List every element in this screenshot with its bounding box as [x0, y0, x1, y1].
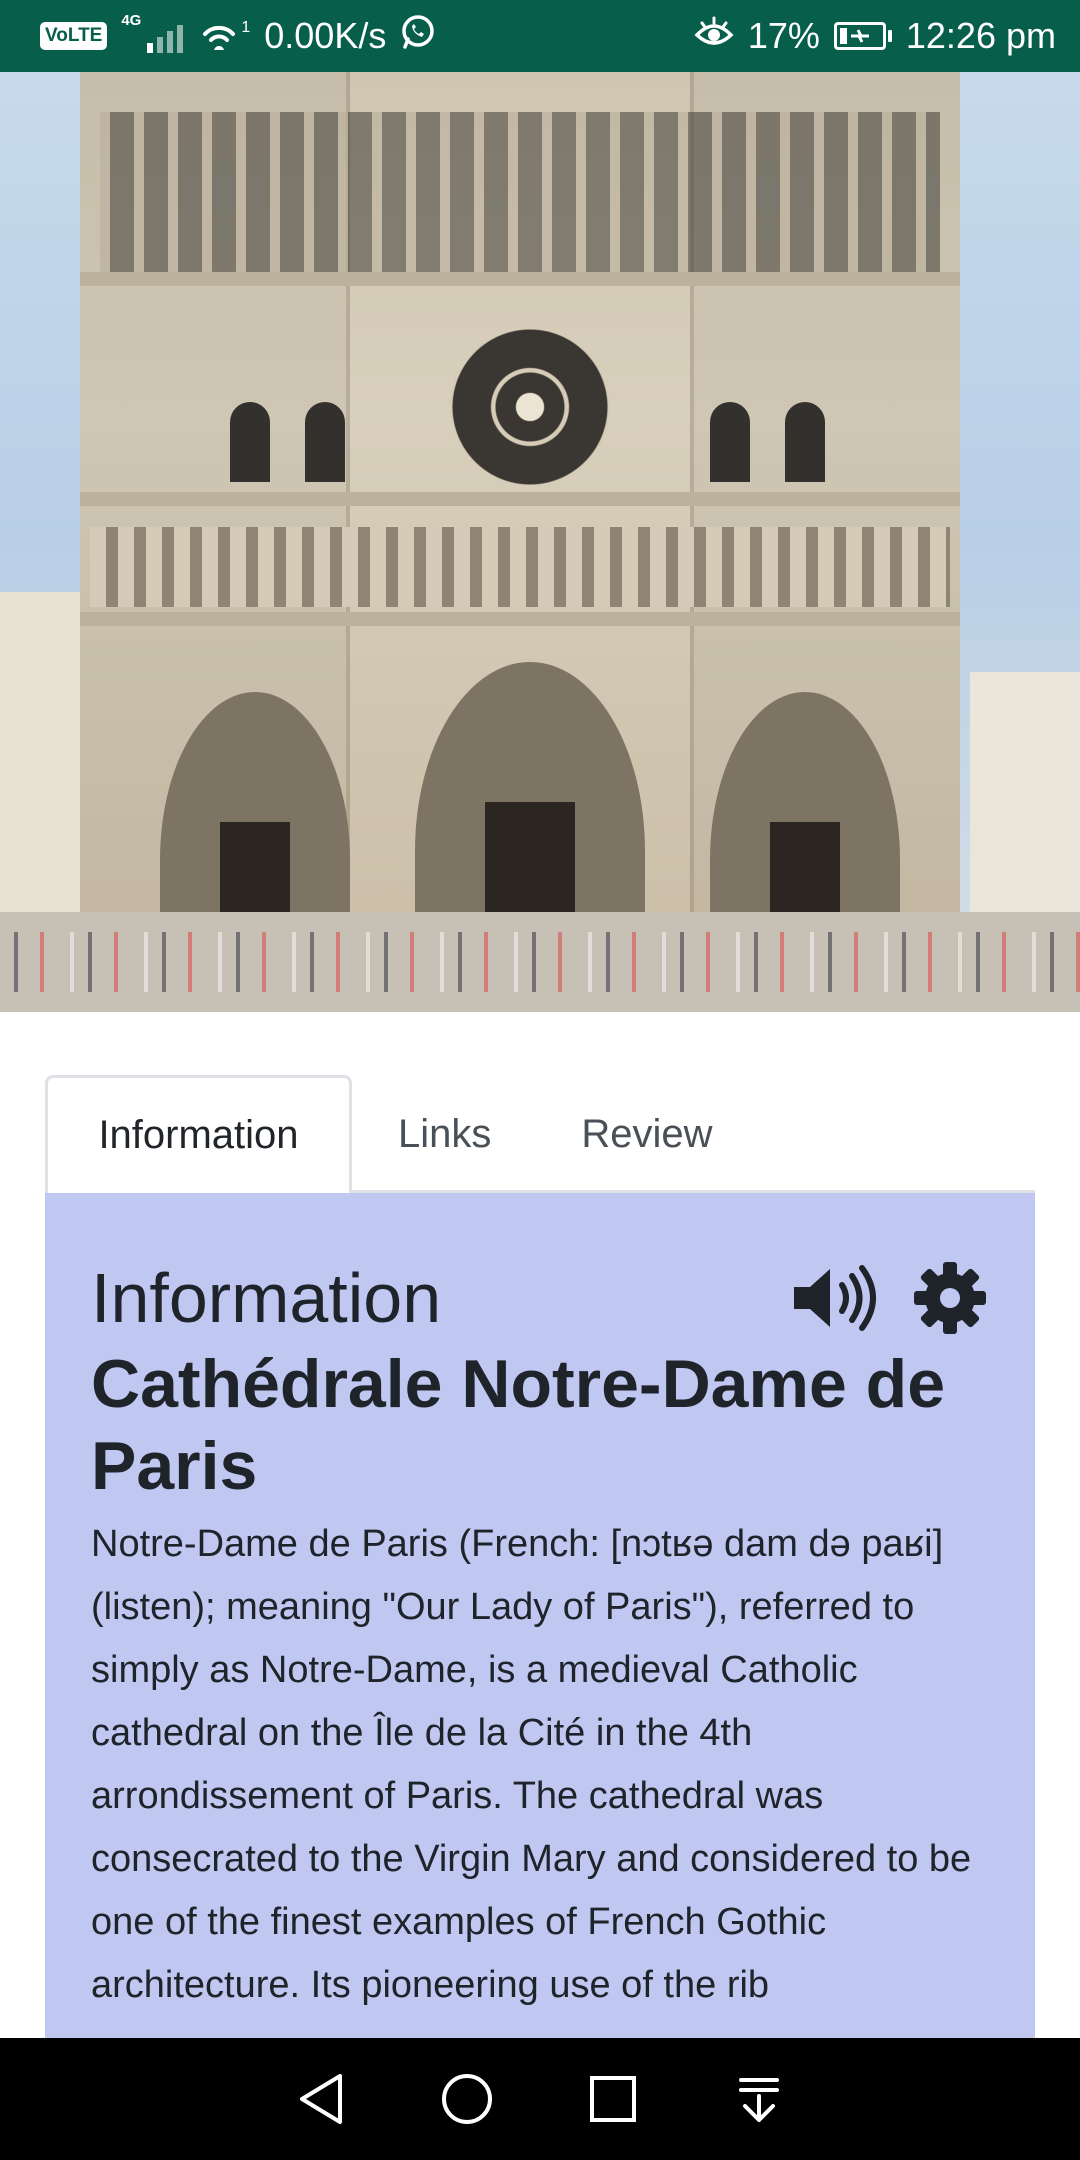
network-speed: 0.00K/s: [264, 15, 387, 56]
information-panel: Information Cathédrale Notre-Dame de Par…: [45, 1193, 1035, 2038]
hero-image: [0, 72, 1080, 1012]
status-right: 17% 12:26 pm: [694, 15, 1056, 58]
battery-percent: 17%: [747, 15, 820, 56]
status-left: VoLTE 4G 1 0.00K/s: [40, 13, 436, 59]
rose-window: [450, 327, 610, 487]
clock: 12:26 pm: [905, 15, 1056, 56]
right-building: [970, 672, 1080, 922]
cathedral-facade: [80, 72, 960, 932]
network-type: 4G: [121, 12, 142, 29]
whatsapp-icon: [400, 14, 436, 59]
article-body: Notre-Dame de Paris (French: [nɔtʁə dam …: [91, 1523, 972, 2006]
navigation-bar: [0, 2038, 1080, 2160]
battery-charging-icon: [833, 22, 892, 50]
eye-icon: [694, 15, 734, 58]
home-icon[interactable]: [422, 2054, 512, 2144]
tab-review[interactable]: Review: [537, 1075, 756, 1193]
left-building: [0, 592, 80, 922]
speaker-icon[interactable]: [789, 1253, 879, 1343]
back-icon[interactable]: [276, 2054, 366, 2144]
notification-pull-icon[interactable]: [714, 2054, 804, 2144]
tab-links[interactable]: Links: [352, 1075, 537, 1193]
gallery-of-kings: [90, 527, 950, 607]
signal-icon: 4G: [121, 13, 184, 53]
tab-bar: Information Links Review: [45, 1075, 1035, 1196]
volte-icon: VoLTE: [40, 22, 108, 50]
hotspot-icon: [197, 14, 241, 59]
hotspot-count: 1: [241, 19, 251, 36]
gear-icon[interactable]: [905, 1253, 995, 1343]
panel-title: Information: [91, 1259, 442, 1337]
recents-icon[interactable]: [568, 2054, 658, 2144]
status-bar: VoLTE 4G 1 0.00K/s 17% 12:26 pm: [0, 0, 1080, 72]
tab-information[interactable]: Information: [45, 1075, 352, 1196]
plaza: [0, 912, 1080, 1012]
article-heading: Cathédrale Notre-Dame de Paris: [91, 1346, 946, 1504]
